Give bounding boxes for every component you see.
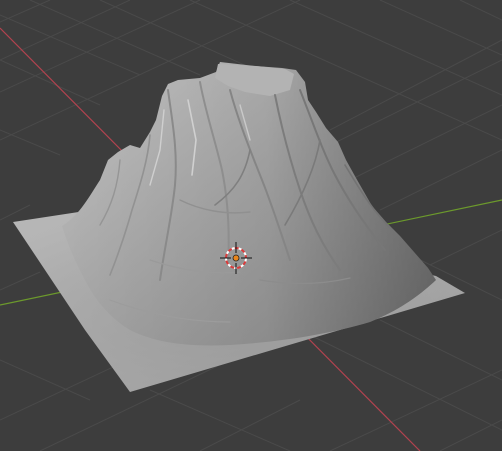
3d-viewport[interactable] (0, 0, 502, 451)
viewport-canvas[interactable] (0, 0, 502, 451)
